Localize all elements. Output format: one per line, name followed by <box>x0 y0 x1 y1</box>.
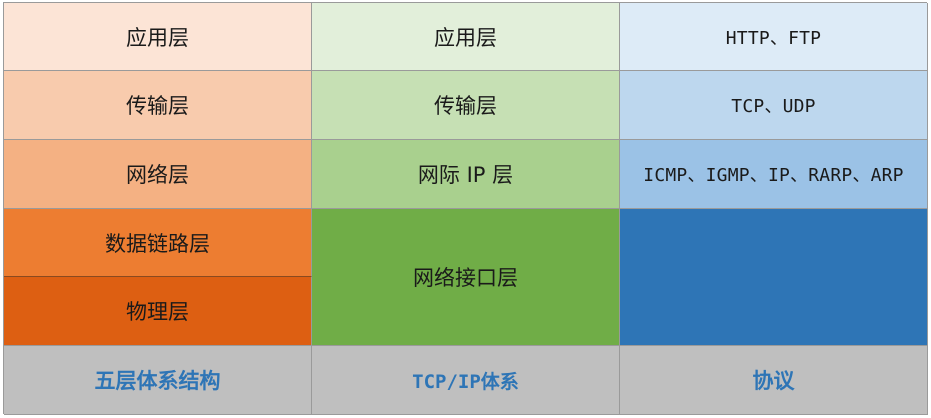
protocols-footer-label: 协议 <box>620 346 928 415</box>
five-layer-data-link-cell: 数据链路层 <box>4 209 312 277</box>
tcpip-application-cell: 应用层 <box>312 3 620 71</box>
tcpip-internet-cell: 网际 IP 层 <box>312 140 620 209</box>
tcpip-footer-label: TCP/IP体系 <box>312 346 620 415</box>
five-layer-transport-cell: 传输层 <box>4 71 312 140</box>
five-layer-network-cell: 网络层 <box>4 140 312 209</box>
tcpip-transport-cell: 传输层 <box>312 71 620 140</box>
five-layer-footer-label: 五层体系结构 <box>4 346 312 415</box>
five-layer-application-cell: 应用层 <box>4 3 312 71</box>
network-layer-comparison-table: 应用层 应用层 HTTP、FTP 传输层 传输层 TCP、UDP 网络层 网际 … <box>3 2 928 415</box>
network-protocols-cell: ICMP、IGMP、IP、RARP、ARP <box>620 140 928 209</box>
link-protocols-cell <box>620 209 928 346</box>
five-layer-physical-cell: 物理层 <box>4 277 312 346</box>
application-protocols-cell: HTTP、FTP <box>620 3 928 71</box>
tcpip-network-interface-cell: 网络接口层 <box>312 209 620 346</box>
transport-protocols-cell: TCP、UDP <box>620 71 928 140</box>
